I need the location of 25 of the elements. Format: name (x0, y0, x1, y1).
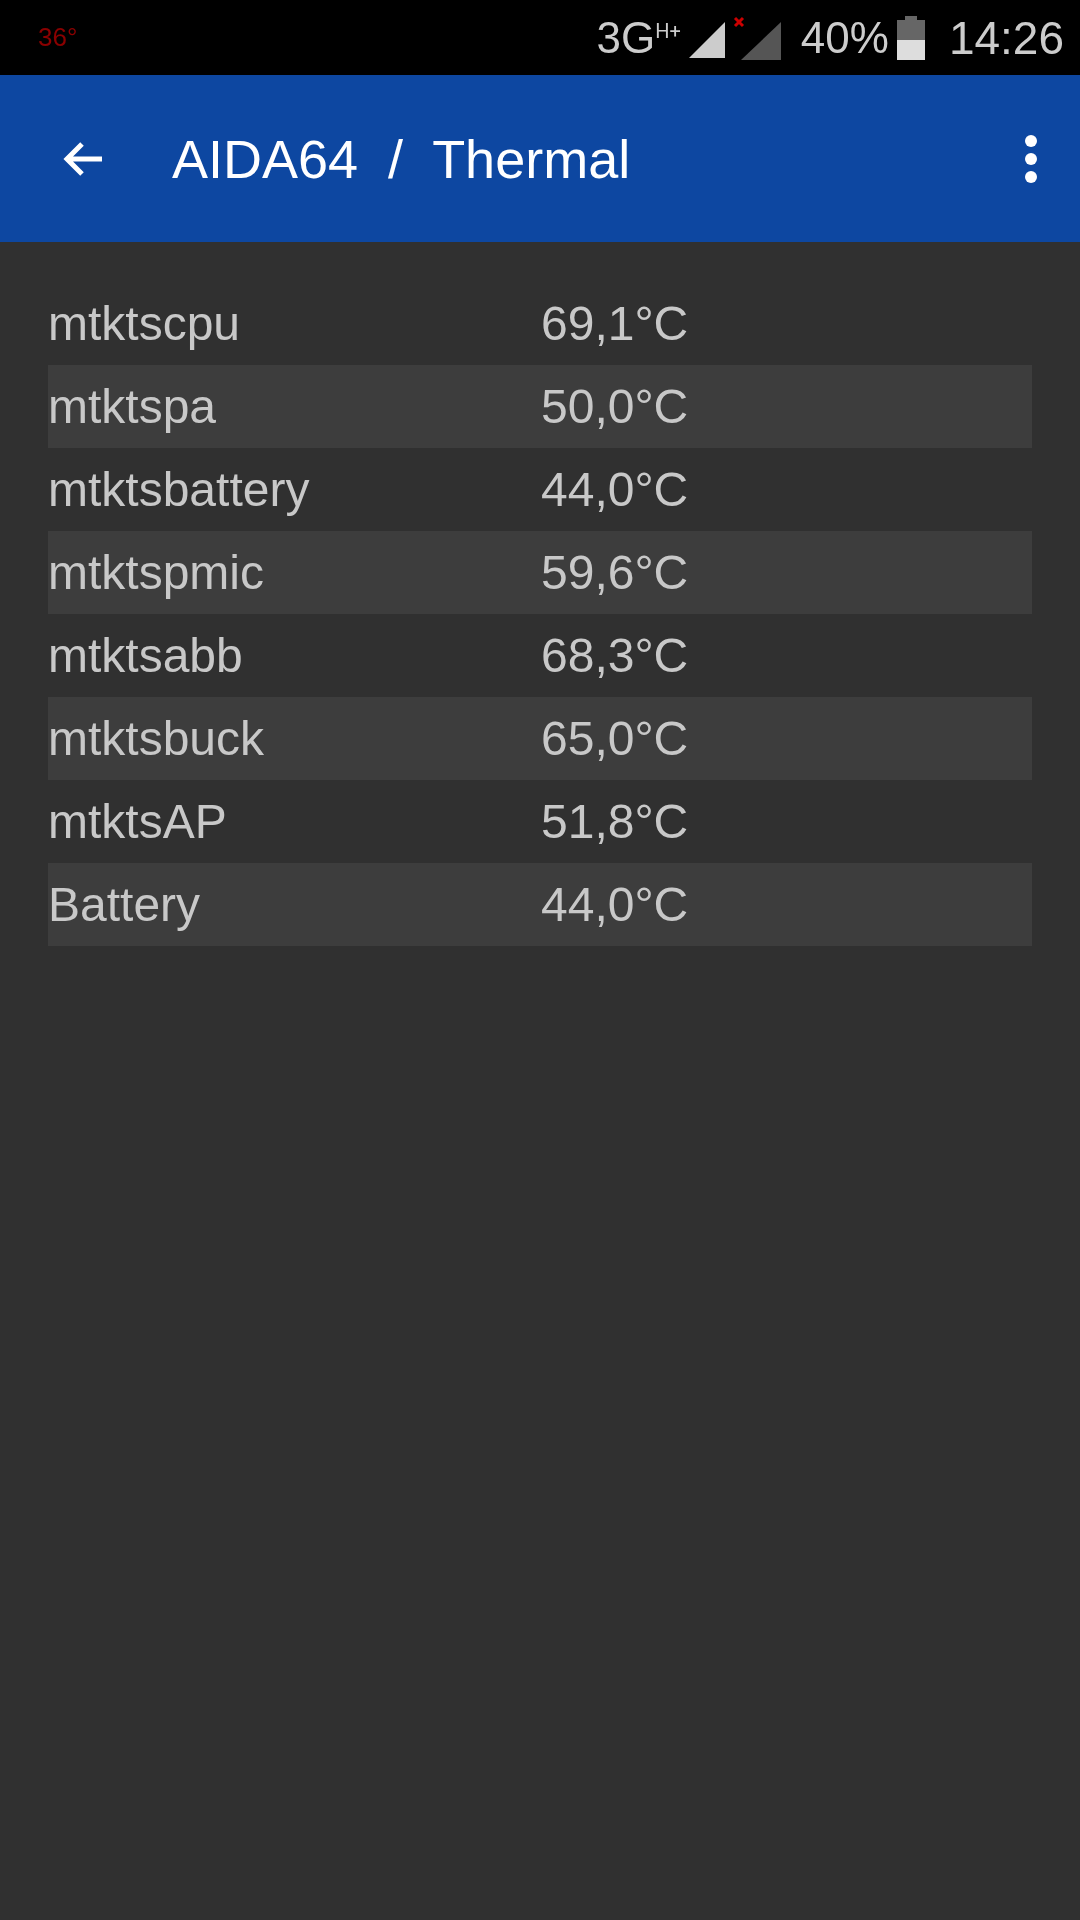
sensor-name: mtktsbattery (48, 462, 311, 517)
no-signal-icon (732, 15, 781, 60)
sensor-name: mtktsbuck (48, 711, 266, 766)
sensor-value: 69,1°C (541, 296, 689, 351)
battery-percentage: 40% (800, 12, 889, 63)
sensor-value: 44,0°C (541, 877, 689, 932)
sensor-value: 68,3°C (541, 628, 689, 683)
sensor-value: 44,0°C (541, 462, 689, 517)
network-subtype: H+ (655, 18, 681, 43)
more-options-icon[interactable] (1024, 134, 1038, 183)
sensor-value: 50,0°C (541, 379, 689, 434)
sensor-name: mtktsAP (48, 794, 228, 849)
sensor-name: mtktsabb (48, 628, 244, 683)
network-type: 3G (596, 12, 656, 63)
sensor-name: mtktspmic (48, 545, 265, 600)
battery-icon (896, 15, 925, 60)
clock: 14:26 (948, 10, 1064, 65)
sensor-value: 59,6°C (541, 545, 689, 600)
sensor-name: Battery (48, 877, 202, 932)
screen-title: AIDA64 / Thermal (172, 127, 632, 190)
sensor-value: 65,0°C (541, 711, 689, 766)
sensor-value: 51,8°C (541, 794, 689, 849)
sensor-name: mtktscpu (48, 296, 242, 351)
sensor-name: mtktspa (48, 379, 218, 434)
temperature-reading: 36° (38, 22, 78, 53)
